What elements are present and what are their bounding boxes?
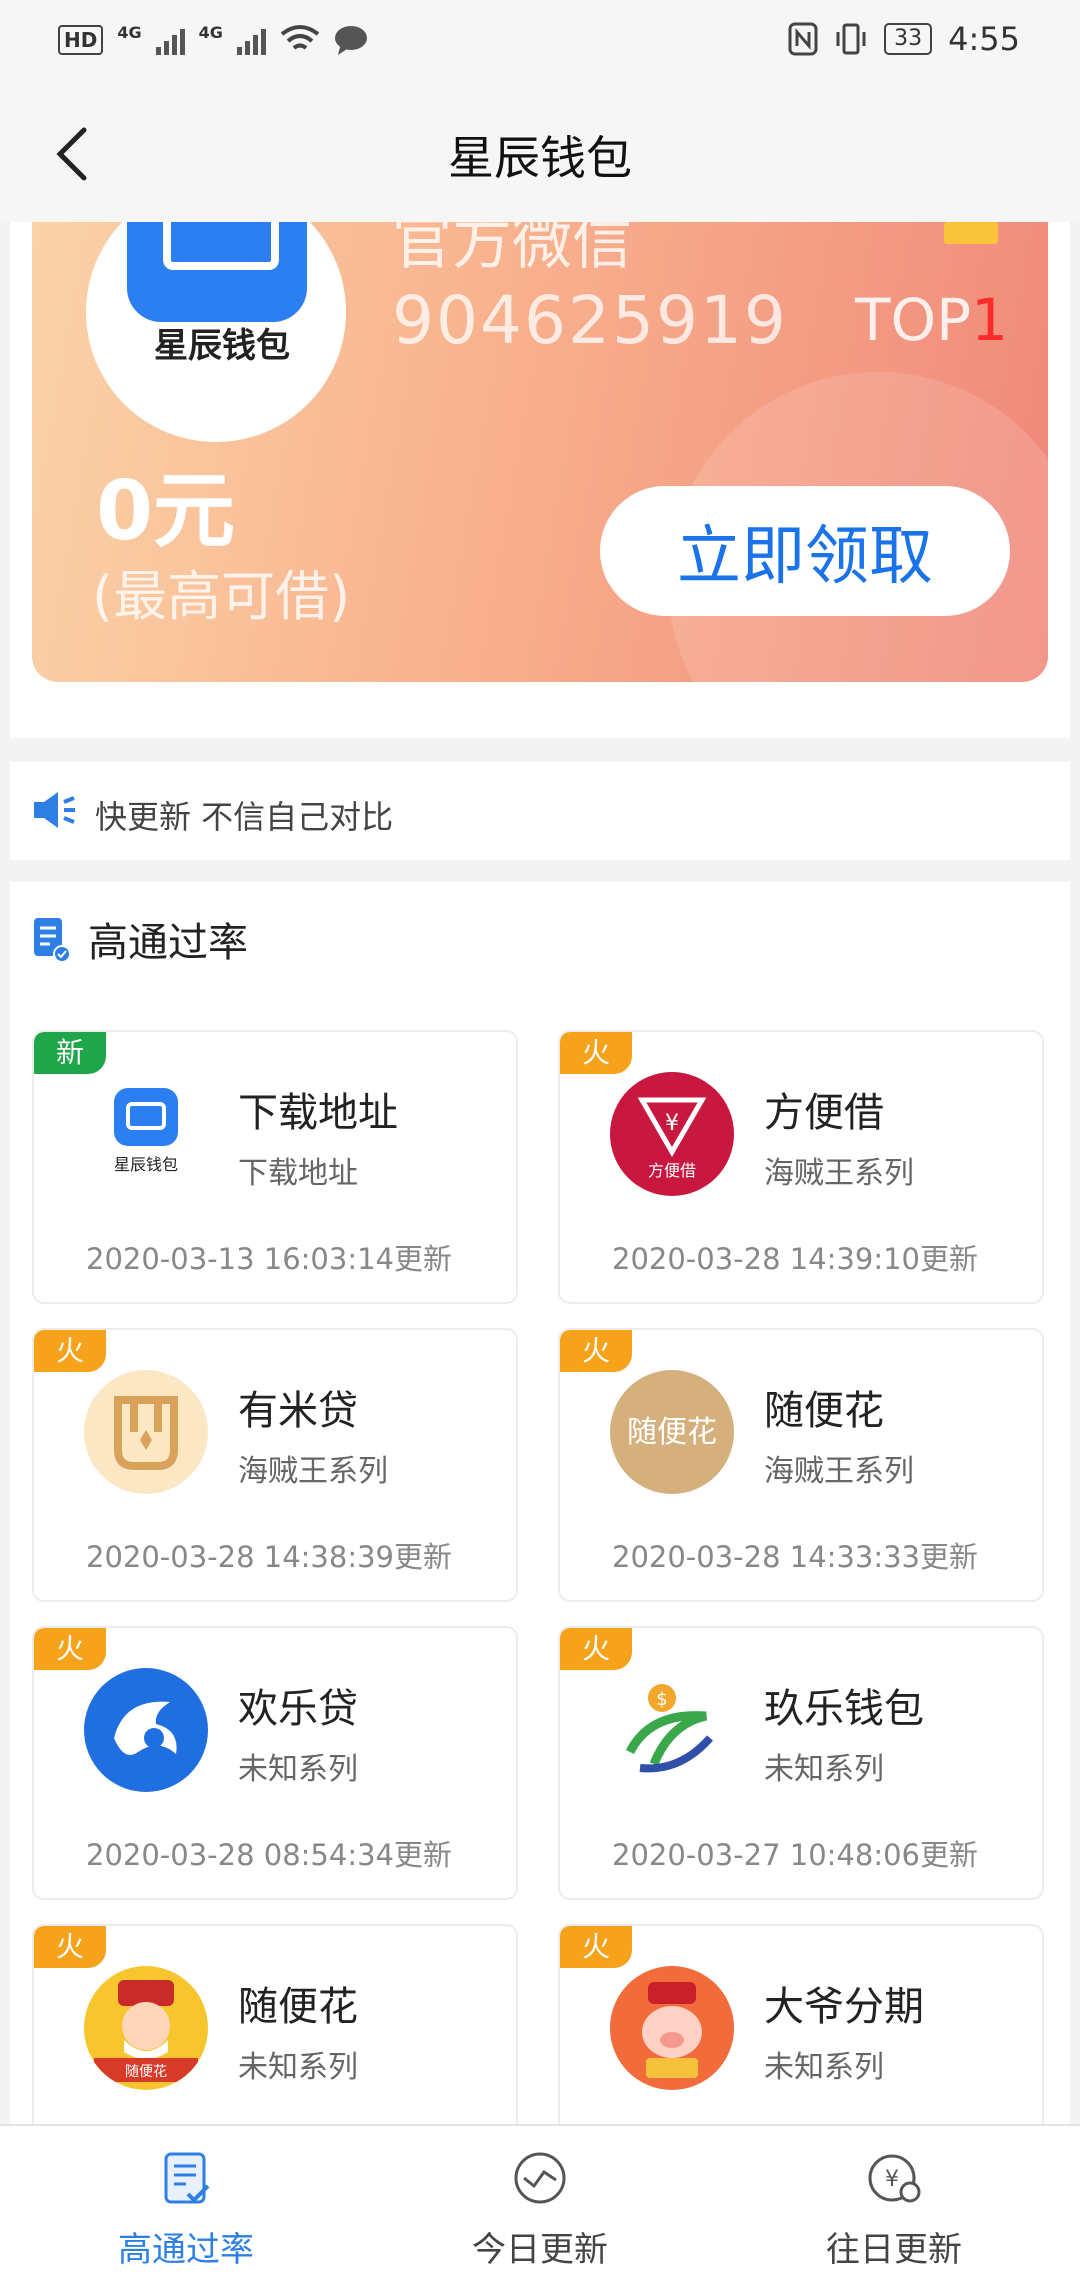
status-right: 33 4:55: [788, 20, 1020, 58]
product-name: 方便借: [764, 1090, 884, 1136]
product-series: 海贼王系列: [764, 1156, 914, 1191]
tab-label: 往日更新: [826, 2230, 962, 2270]
dolphin-icon: [84, 1668, 208, 1792]
banner-container: 星辰钱包 官方微信 904625919 TOP1 0元 (最高可借) 立即领取: [10, 222, 1070, 738]
wifi-icon: [280, 25, 320, 50]
product-series: 海贼王系列: [764, 1454, 914, 1489]
signal-icon: [155, 25, 185, 55]
trend-circle-icon: [514, 2152, 566, 2204]
product-card[interactable]: 火 随便花 随便花 海贼王系列 2020-03-28 14:33:33更新: [558, 1328, 1044, 1602]
product-series: 海贼王系列: [238, 1454, 388, 1489]
update-time: 2020-03-28 14:38:39更新: [86, 1540, 452, 1574]
section-title: 高通过率: [88, 920, 248, 966]
update-time: 2020-03-28 08:54:34更新: [86, 1838, 452, 1872]
hot-tag: 火: [34, 1628, 106, 1670]
promo-banner[interactable]: 星辰钱包 官方微信 904625919 TOP1 0元 (最高可借) 立即领取: [32, 222, 1048, 682]
rank-number: 1: [971, 286, 1008, 354]
product-series: 未知系列: [238, 1752, 358, 1787]
youmi-icon: [84, 1370, 208, 1494]
logo-text: 星辰钱包: [154, 326, 290, 366]
pig-god-icon: [610, 1966, 734, 2090]
product-name: 随便花: [238, 1984, 358, 2030]
update-time: 2020-03-28 14:39:10更新: [612, 1242, 978, 1276]
loan-amount-caption: (最高可借): [92, 565, 351, 628]
high-pass-section: 高通过率 新 星辰钱包 下载地址 下载地址 2020-03-13 16:03:1…: [10, 882, 1070, 2198]
product-series: 下载地址: [238, 1156, 358, 1191]
notice-text: 快更新 不信自己对比: [95, 798, 394, 836]
svg-text:方便借: 方便借: [648, 1161, 696, 1180]
loan-amount: 0元: [96, 464, 236, 559]
rank-badge: TOP1: [855, 286, 1008, 354]
svg-text:$: $: [656, 1689, 667, 1710]
document-check-icon: [34, 918, 70, 962]
svg-text:星辰钱包: 星辰钱包: [114, 1155, 178, 1174]
banner-gold-bar: [944, 222, 998, 244]
status-time: 4:55: [948, 20, 1020, 58]
fortune-god-icon: 随便花: [84, 1966, 208, 2090]
page-title: 星辰钱包: [448, 131, 632, 185]
tab-label: 今日更新: [472, 2230, 608, 2270]
status-left: HD 4G 4G: [58, 22, 368, 56]
app-header: 星辰钱包: [0, 90, 1080, 222]
wallet-icon: [127, 222, 307, 322]
tab-today-update[interactable]: 今日更新: [360, 2148, 720, 2271]
hot-tag: 火: [34, 1926, 106, 1968]
product-name: 大爷分期: [764, 1984, 924, 2030]
clipboard-check-icon: [164, 2152, 210, 2204]
signal-icon: [236, 25, 266, 55]
hot-tag: 火: [34, 1330, 106, 1372]
wallet-app-icon: 星辰钱包: [84, 1072, 208, 1196]
rank-label: TOP: [855, 286, 972, 354]
hot-tag: 火: [560, 1330, 632, 1372]
product-card[interactable]: 火 欢乐贷 未知系列 2020-03-28 08:54:34更新: [32, 1626, 518, 1900]
suibianhua-icon: 随便花: [610, 1370, 734, 1494]
notice-bar: 快更新 不信自己对比: [10, 762, 1070, 860]
coin-person-icon: $: [610, 1668, 734, 1792]
hd-indicator: HD: [58, 25, 104, 55]
product-card[interactable]: 火 $ 玖乐钱包 未知系列 2020-03-27 10:48:06更新: [558, 1626, 1044, 1900]
new-tag: 新: [34, 1032, 106, 1074]
product-series: 未知系列: [764, 1752, 884, 1787]
message-icon: [334, 26, 367, 55]
product-name: 玖乐钱包: [764, 1686, 924, 1732]
tab-label: 高通过率: [118, 2230, 254, 2270]
vibrate-icon: [836, 23, 866, 55]
product-card[interactable]: 火 ¥ 方便借 方便借 海贼王系列 2020-03-28 14:39:10更新: [558, 1030, 1044, 1304]
bottom-nav: 高通过率 今日更新 ¥ 往日更新: [0, 2124, 1080, 2282]
update-time: 2020-03-27 10:48:06更新: [612, 1838, 978, 1872]
banner-heading: 官方微信: [392, 222, 632, 278]
yen-triangle-icon: ¥ 方便借: [610, 1072, 734, 1196]
hot-tag: 火: [560, 1926, 632, 1968]
update-time: 2020-03-28 14:33:33更新: [612, 1540, 978, 1574]
battery-level: 33: [884, 23, 933, 55]
hot-tag: 火: [560, 1032, 632, 1074]
product-card[interactable]: 新 星辰钱包 下载地址 下载地址 2020-03-13 16:03:14更新: [32, 1030, 518, 1304]
product-name: 随便花: [764, 1388, 884, 1434]
product-name: 下载地址: [238, 1090, 398, 1136]
megaphone-icon: [34, 792, 75, 828]
network-type-1: 4G: [117, 22, 142, 42]
svg-text:¥: ¥: [665, 1111, 679, 1136]
product-series: 未知系列: [764, 2050, 884, 2085]
product-card[interactable]: 火 有米贷 海贼王系列 2020-03-28 14:38:39更新: [32, 1328, 518, 1602]
network-type-2: 4G: [198, 22, 223, 42]
tab-high-pass[interactable]: 高通过率: [6, 2148, 366, 2271]
claim-now-button[interactable]: 立即领取: [600, 486, 1010, 616]
product-name: 欢乐贷: [238, 1686, 358, 1732]
wechat-number: 904625919: [392, 282, 788, 359]
update-time: 2020-03-13 16:03:14更新: [86, 1242, 452, 1276]
hot-tag: 火: [560, 1628, 632, 1670]
status-bar: HD 4G 4G 33 4:55: [0, 0, 1080, 90]
product-name: 有米贷: [238, 1388, 358, 1434]
svg-text:随便花: 随便花: [125, 2064, 167, 2080]
yen-clock-icon: ¥: [868, 2154, 921, 2203]
product-series: 未知系列: [238, 2050, 358, 2085]
svg-text:¥: ¥: [885, 2167, 899, 2192]
svg-text:随便花: 随便花: [627, 1415, 717, 1450]
tab-past-update[interactable]: ¥ 往日更新: [714, 2148, 1074, 2271]
section-header: 高通过率: [32, 910, 248, 968]
nfc-icon: [788, 22, 818, 56]
